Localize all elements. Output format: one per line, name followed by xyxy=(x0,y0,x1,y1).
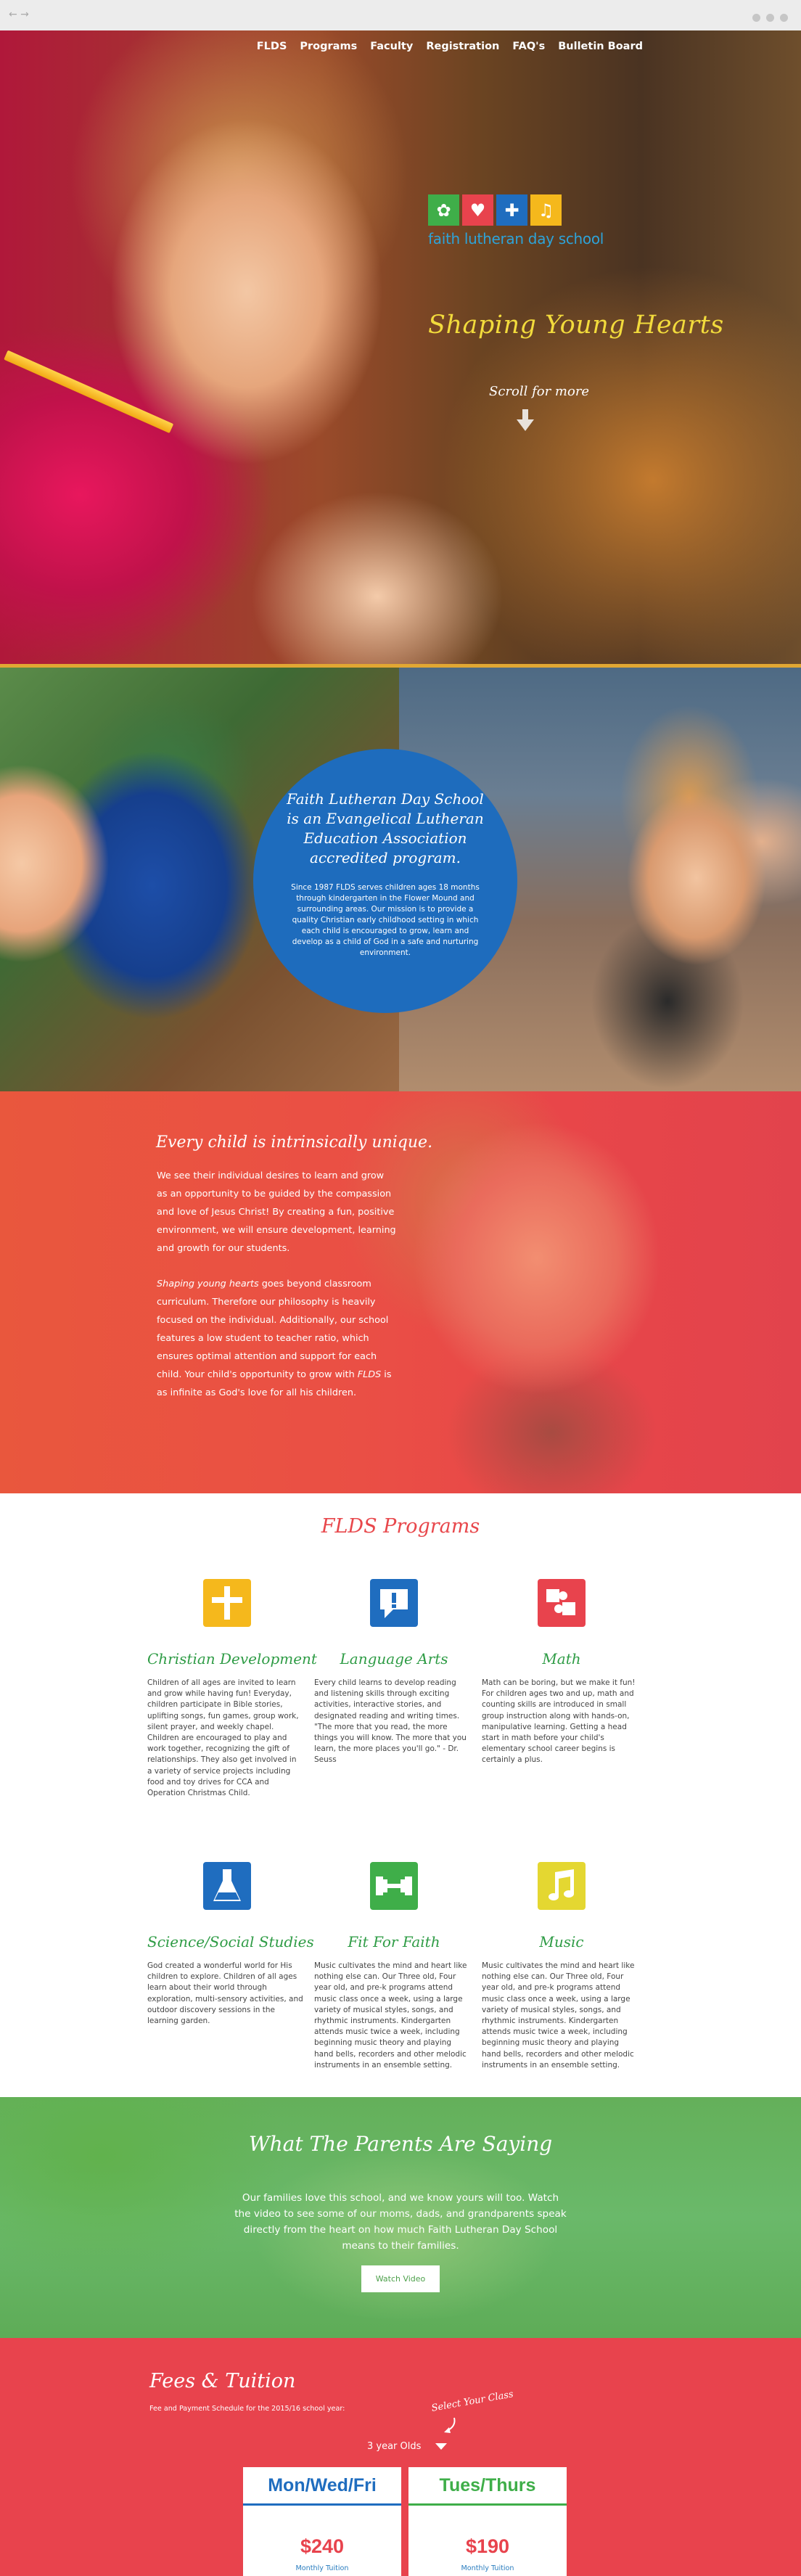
tuition-card-label: Monthly Tuition xyxy=(461,2564,514,2572)
logo-blocks: ✿ ♥ ✚ ♫ xyxy=(428,194,631,226)
window-dot[interactable] xyxy=(766,14,774,22)
class-select-value: 3 year Olds xyxy=(367,2441,422,2452)
nav-faculty[interactable]: Faculty xyxy=(370,41,413,52)
dumbbell-icon xyxy=(370,1862,418,1910)
logo-block-blue-cross-icon: ✚ xyxy=(496,194,527,226)
music-note-icon xyxy=(538,1862,586,1910)
nav-bulletin-board[interactable]: Bulletin Board xyxy=(558,41,643,52)
logo-text: faith lutheran day school xyxy=(428,230,604,247)
fees-subheading: Fee and Payment Schedule for the 2015/16… xyxy=(149,2405,345,2413)
parents-body: Our families love this school, and we kn… xyxy=(234,2192,567,2252)
window-dot[interactable] xyxy=(752,14,760,22)
parents-heading: What The Parents Are Saying xyxy=(248,2132,553,2156)
accreditation-heading: Faith Lutheran Day School is an Evangeli… xyxy=(287,790,484,866)
tuition-card-title: Tues/Thurs xyxy=(439,2474,536,2495)
tuition-card-rule xyxy=(243,2503,401,2506)
program-title: Math xyxy=(542,1650,581,1668)
unique-heading: Every child is intrinsically unique. xyxy=(156,1133,433,1152)
parents-section: What The Parents Are Saying Our families… xyxy=(0,2097,801,2338)
program-title: Music xyxy=(539,1933,584,1951)
tuition-card-price: $190 xyxy=(465,2535,510,2557)
unique-section: Every child is intrinsically unique. We … xyxy=(0,1091,801,1493)
select-class-hint: Select Your Class xyxy=(430,2389,514,2414)
program-description: Music cultivates the mind and heart like… xyxy=(314,1961,467,2070)
nav-flds[interactable]: FLDS xyxy=(257,41,287,52)
tuition-card-tt[interactable]: Tues/Thurs $190 Monthly Tuition xyxy=(408,2467,567,2576)
program-title: Fit For Faith xyxy=(348,1933,440,1951)
logo-block-red-icon: ♥ xyxy=(462,194,493,226)
fees-section: Fees & Tuition Fee and Payment Schedule … xyxy=(0,2338,801,2576)
hero-tagline: Shaping Young Hearts xyxy=(428,311,724,340)
unique-paragraph-2: Shaping young hearts goes beyond classro… xyxy=(157,1275,396,1402)
hero-photo-pencil xyxy=(4,350,174,434)
program-description: Every child learns to develop reading an… xyxy=(314,1678,467,1765)
unique-paragraph-2-text-a: goes beyond classroom curriculum. Theref… xyxy=(157,1279,389,1380)
nav-programs[interactable]: Programs xyxy=(300,41,357,52)
page: ← → FLDS Programs Faculty Registration F… xyxy=(0,0,801,2576)
window-controls xyxy=(747,11,788,25)
puzzle-icon xyxy=(538,1579,586,1627)
emphasis-flds: FLDS xyxy=(357,1369,382,1380)
program-title: Language Arts xyxy=(340,1650,448,1668)
programs-title: FLDS Programs xyxy=(321,1515,480,1538)
tuition-card-title: Mon/Wed/Fri xyxy=(268,2474,377,2495)
tuition-card-rule xyxy=(408,2503,567,2506)
speech-bubble-icon xyxy=(370,1579,418,1627)
flask-icon xyxy=(203,1862,251,1910)
hero-section: FLDS Programs Faculty Registration FAQ's… xyxy=(0,30,801,668)
program-description: Music cultivates the mind and heart like… xyxy=(482,1961,635,2070)
tuition-card-label: Monthly Tuition xyxy=(295,2564,349,2572)
tuition-card-mwf[interactable]: Mon/Wed/Fri $240 Monthly Tuition xyxy=(243,2467,401,2576)
curved-arrow-icon xyxy=(444,2417,456,2433)
nav-faqs[interactable]: FAQ's xyxy=(512,41,545,52)
accreditation-body: Since 1987 FLDS serves children ages 18 … xyxy=(291,883,480,957)
accreditation-section: Faith Lutheran Day School is an Evangeli… xyxy=(0,668,801,1091)
watch-video-button[interactable]: Watch Video xyxy=(361,2265,440,2292)
program-description: God created a wonderful world for His ch… xyxy=(147,1961,303,2026)
unique-paragraph-1: We see their individual desires to learn… xyxy=(157,1170,396,1254)
emphasis-shaping-young-hearts: Shaping young hearts xyxy=(157,1279,259,1289)
program-title: Science/Social Studies xyxy=(147,1933,314,1951)
nav-registration[interactable]: Registration xyxy=(426,41,499,52)
logo-block-green-icon: ✿ xyxy=(428,194,459,226)
main-nav: FLDS Programs Faculty Registration FAQ's… xyxy=(257,41,643,52)
programs-section: FLDS Programs Christian Development Chil… xyxy=(0,1493,801,2097)
cross-icon xyxy=(203,1579,251,1627)
fees-heading: Fees & Tuition xyxy=(149,2370,296,2392)
scroll-down-arrow-icon[interactable] xyxy=(517,409,534,432)
logo-block-yellow-note-icon: ♫ xyxy=(530,194,562,226)
browser-nav-arrows[interactable]: ← → xyxy=(9,9,29,20)
window-dot[interactable] xyxy=(780,14,788,22)
accreditation-circle: Faith Lutheran Day School is an Evangeli… xyxy=(253,749,517,1013)
school-logo[interactable]: ✿ ♥ ✚ ♫ faith lutheran day school xyxy=(428,194,631,282)
tuition-card-price: $240 xyxy=(300,2535,345,2557)
chevron-down-icon xyxy=(435,2443,448,2450)
program-description: Children of all ages are invited to lear… xyxy=(147,1678,299,1798)
class-select[interactable]: 3 year Olds xyxy=(367,2441,448,2452)
program-description: Math can be boring, but we make it fun! … xyxy=(482,1678,636,1765)
program-title: Christian Development xyxy=(147,1650,317,1668)
browser-toolbar: ← → xyxy=(0,0,801,31)
scroll-label[interactable]: Scroll for more xyxy=(489,384,589,399)
